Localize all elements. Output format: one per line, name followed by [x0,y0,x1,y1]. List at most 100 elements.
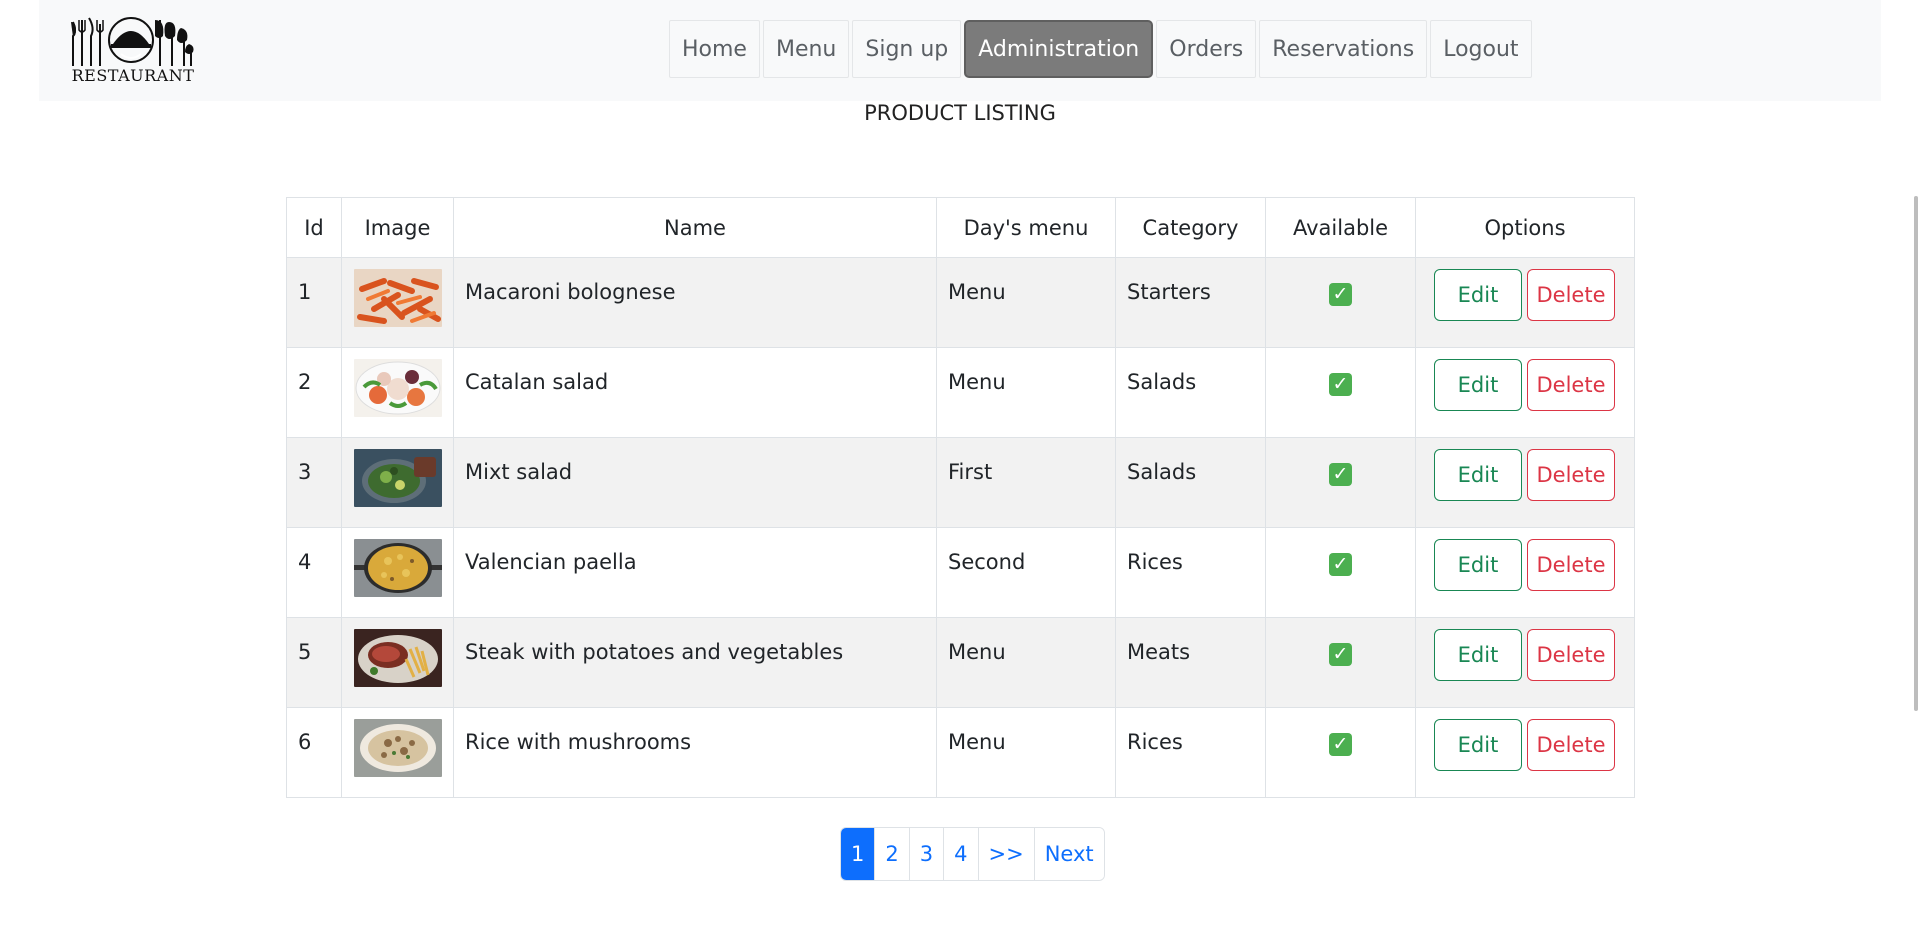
delete-button[interactable]: Delete [1527,449,1615,501]
rice-mushrooms-photo [354,719,442,777]
delete-button[interactable]: Delete [1527,629,1615,681]
edit-button[interactable]: Edit [1434,359,1522,411]
cell-options: Edit Delete [1415,617,1635,708]
page-link-2[interactable]: 2 [874,828,909,880]
cell-category: Salads [1115,437,1266,528]
nav-menu[interactable]: Menu [762,20,850,78]
cell-name: Steak with potatoes and vegetables [453,617,937,708]
cell-available: ✓ [1265,437,1416,528]
cell-options: Edit Delete [1415,257,1635,348]
nav-orders[interactable]: Orders [1156,20,1257,78]
cell-image [341,437,454,528]
macaroni-photo [354,269,442,327]
cell-name: Catalan salad [453,347,937,438]
cell-available: ✓ [1265,617,1416,708]
table-row: 6 Rice with mushrooms Menu Rices ✓ Edit D… [286,707,1635,798]
cell-available: ✓ [1265,707,1416,798]
delete-button[interactable]: Delete [1527,539,1615,591]
table-row: 2 Catalan salad Menu Salads ✓ Edit Delete [286,347,1635,438]
cell-id: 2 [286,347,342,438]
main-nav: Home Menu Sign up Administration Orders … [669,20,1532,78]
page-link-next[interactable]: Next [1033,828,1104,880]
cell-image [341,617,454,708]
column-header-id: Id [286,197,342,258]
column-header-day-menu: Day's menu [936,197,1116,258]
cell-id: 5 [286,617,342,708]
table-row: 3 Mixt salad First Salads ✓ Edit Delete [286,437,1635,528]
column-header-options: Options [1415,197,1635,258]
cell-day-menu: Menu [936,257,1116,348]
paella-photo [354,539,442,597]
cutlery-plate-icon [71,17,194,66]
edit-button[interactable]: Edit [1434,269,1522,321]
page-link-4[interactable]: 4 [943,828,978,880]
page-link-1[interactable]: 1 [841,828,875,880]
cell-name: Valencian paella [453,527,937,618]
cell-name: Mixt salad [453,437,937,528]
check-mark-icon: ✓ [1329,283,1352,306]
cell-day-menu: Second [936,527,1116,618]
navbar: RESTAURANT Home Menu Sign up Administrat… [39,0,1881,101]
column-header-category: Category [1115,197,1266,258]
table-header-row: Id Image Name Day's menu Category Availa… [286,197,1635,258]
column-header-image: Image [341,197,454,258]
cell-image [341,257,454,348]
cell-options: Edit Delete [1415,437,1635,528]
cell-options: Edit Delete [1415,707,1635,798]
edit-button[interactable]: Edit [1434,629,1522,681]
cell-image [341,527,454,618]
nav-reservations[interactable]: Reservations [1259,20,1428,78]
column-header-available: Available [1265,197,1416,258]
page-link-3[interactable]: 3 [908,828,944,880]
cell-id: 6 [286,707,342,798]
delete-button[interactable]: Delete [1527,359,1615,411]
column-header-name: Name [453,197,937,258]
cell-available: ✓ [1265,257,1416,348]
cell-available: ✓ [1265,527,1416,618]
vertical-scrollbar[interactable] [1914,196,1918,711]
catalan-salad-photo [354,359,442,417]
cell-category: Meats [1115,617,1266,708]
cell-image [341,347,454,438]
steak-photo [354,629,442,687]
edit-button[interactable]: Edit [1434,449,1522,501]
table-row: 1 Macaroni bolognese Menu Starters ✓ Edi… [286,257,1635,348]
cell-image [341,707,454,798]
cell-name: Rice with mushrooms [453,707,937,798]
cell-available: ✓ [1265,347,1416,438]
check-mark-icon: ✓ [1329,553,1352,576]
cell-day-menu: First [936,437,1116,528]
delete-button[interactable]: Delete [1527,719,1615,771]
cell-day-menu: Menu [936,617,1116,708]
check-mark-icon: ✓ [1329,463,1352,486]
nav-logout[interactable]: Logout [1430,20,1532,78]
product-table: Id Image Name Day's menu Category Availa… [286,197,1635,798]
cell-category: Salads [1115,347,1266,438]
cell-day-menu: Menu [936,347,1116,438]
check-mark-icon: ✓ [1329,733,1352,756]
check-mark-icon: ✓ [1329,643,1352,666]
page-link-last[interactable]: >> [977,828,1034,880]
cell-id: 4 [286,527,342,618]
table-row: 5 Steak with potatoes and vegetables Men… [286,617,1635,708]
edit-button[interactable]: Edit [1434,719,1522,771]
delete-button[interactable]: Delete [1527,269,1615,321]
nav-administration[interactable]: Administration [964,20,1154,78]
pagination: 1 2 3 4 >> Next [840,827,1105,881]
cell-category: Rices [1115,707,1266,798]
cell-name: Macaroni bolognese [453,257,937,348]
table-row: 4 Valencian paella Second Rices ✓ Edit De… [286,527,1635,618]
nav-sign-up[interactable]: Sign up [852,20,962,78]
nav-home[interactable]: Home [669,20,760,78]
restaurant-logo[interactable]: RESTAURANT [69,14,197,86]
cell-category: Starters [1115,257,1266,348]
edit-button[interactable]: Edit [1434,539,1522,591]
cell-options: Edit Delete [1415,527,1635,618]
mixt-salad-photo [354,449,442,507]
logo-text: RESTAURANT [71,66,195,85]
check-mark-icon: ✓ [1329,373,1352,396]
cell-id: 1 [286,257,342,348]
cell-id: 3 [286,437,342,528]
cell-day-menu: Menu [936,707,1116,798]
cell-category: Rices [1115,527,1266,618]
